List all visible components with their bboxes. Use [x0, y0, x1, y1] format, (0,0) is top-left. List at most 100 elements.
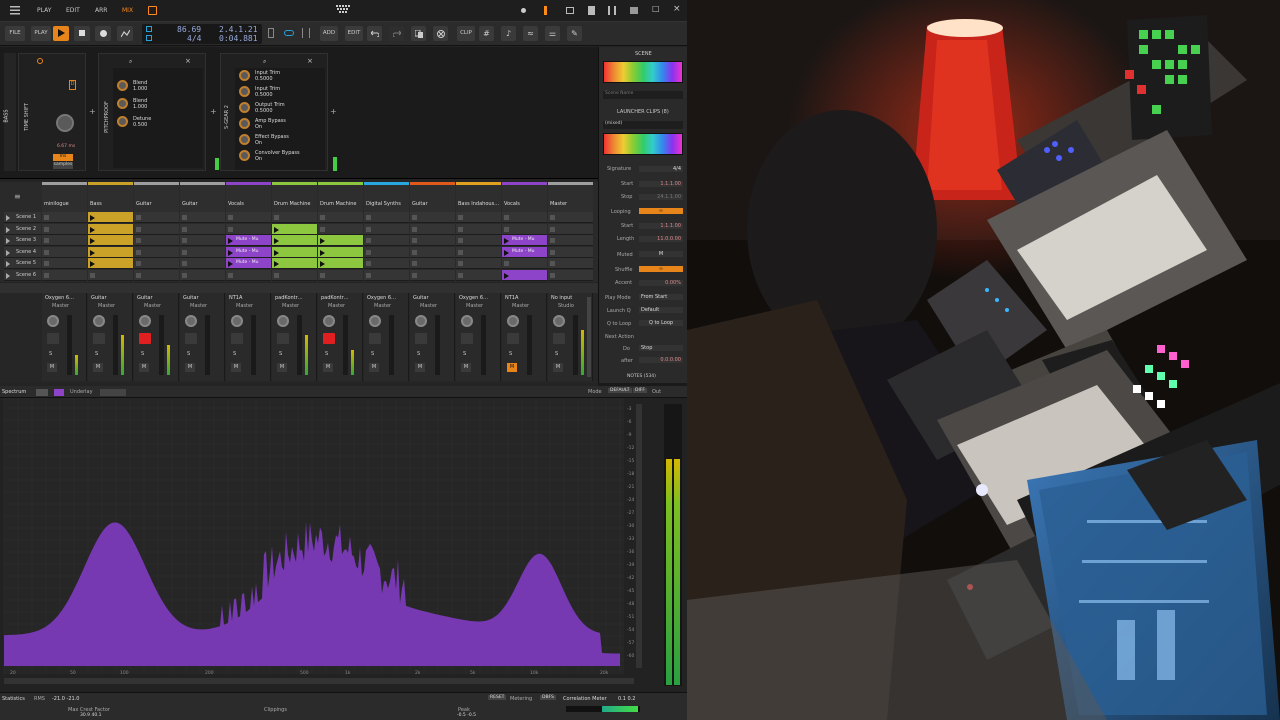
track-header[interactable]: Guitar: [134, 182, 179, 212]
volume-fader[interactable]: [527, 315, 532, 375]
position-bars[interactable]: 2.4.1.21: [219, 25, 258, 34]
clip-button[interactable]: CLIP: [457, 26, 475, 41]
solo-button[interactable]: S: [371, 351, 374, 357]
inspector-value[interactable]: 1.1.1.00: [639, 181, 683, 187]
track-header[interactable]: Guitar: [410, 182, 455, 212]
empty-slot-icon[interactable]: [412, 215, 417, 220]
time-stretch-button[interactable]: ≈: [523, 26, 538, 41]
empty-slot-icon[interactable]: [458, 238, 463, 243]
note-button[interactable]: ♪: [501, 26, 516, 41]
metronome-icon[interactable]: [544, 6, 547, 15]
empty-slot-icon[interactable]: [504, 215, 509, 220]
pan-knob[interactable]: [507, 315, 519, 327]
empty-slot-icon[interactable]: [458, 272, 463, 278]
mute-button[interactable]: M: [139, 363, 149, 372]
clip-slot[interactable]: [548, 235, 593, 246]
empty-slot-icon[interactable]: [412, 261, 417, 266]
eq-button[interactable]: ⚌: [545, 26, 560, 41]
redo-button[interactable]: [389, 26, 404, 41]
clip-slot[interactable]: [88, 223, 133, 235]
clip-slot[interactable]: [318, 235, 363, 246]
empty-slot-icon[interactable]: [136, 226, 141, 232]
pan-knob[interactable]: [461, 315, 473, 327]
empty-slot-icon[interactable]: [44, 215, 49, 220]
panel-icon[interactable]: [566, 7, 574, 14]
clip-slot[interactable]: [502, 269, 547, 281]
clip-slot[interactable]: [502, 258, 547, 269]
empty-slot-icon[interactable]: [504, 261, 509, 266]
strip-output[interactable]: Master: [282, 303, 299, 309]
reset-button[interactable]: RESET: [488, 695, 507, 700]
volume-fader[interactable]: [67, 315, 72, 375]
track-header[interactable]: Drum Machine: [318, 182, 363, 212]
param-knob[interactable]: [239, 150, 250, 161]
clip-play-icon[interactable]: [504, 249, 509, 256]
track-header[interactable]: Master: [548, 182, 593, 212]
clip-slot[interactable]: [318, 223, 363, 235]
next-action-select[interactable]: Stop: [639, 345, 683, 351]
launch-q-select[interactable]: Default: [639, 307, 683, 313]
empty-slot-icon[interactable]: [182, 226, 187, 232]
close-button[interactable]: ×: [673, 4, 681, 14]
record-arm-button[interactable]: [507, 333, 519, 344]
clip-slot[interactable]: [134, 235, 179, 246]
empty-slot-icon[interactable]: [550, 215, 555, 220]
pan-knob[interactable]: [231, 315, 243, 327]
file-icon[interactable]: [588, 6, 595, 15]
clip-play-icon[interactable]: [90, 249, 95, 256]
inspector-toggle-icon[interactable]: [148, 6, 157, 15]
clip-slot[interactable]: [410, 212, 455, 223]
clip-slot[interactable]: [88, 269, 133, 281]
mute-button[interactable]: M: [369, 363, 379, 372]
solo-button[interactable]: S: [463, 351, 466, 357]
track-header[interactable]: Bass Indahous…: [456, 182, 501, 212]
clip-play-icon[interactable]: [320, 261, 325, 267]
pan-knob[interactable]: [93, 315, 105, 327]
empty-slot-icon[interactable]: [182, 249, 187, 255]
empty-slot-icon[interactable]: [136, 261, 141, 266]
record-arm-button[interactable]: [231, 333, 243, 344]
add-device-icon[interactable]: +: [89, 107, 96, 116]
color-palette[interactable]: [603, 61, 683, 83]
scene-play-icon[interactable]: [6, 215, 10, 221]
volume-fader[interactable]: [389, 315, 394, 375]
pan-knob[interactable]: [415, 315, 427, 327]
scene-button[interactable]: Scene 6: [4, 269, 41, 281]
empty-slot-icon[interactable]: [412, 226, 417, 232]
mute-button[interactable]: M: [461, 363, 471, 372]
empty-slot-icon[interactable]: [136, 238, 141, 243]
strip-output[interactable]: Master: [512, 303, 529, 309]
strip-name[interactable]: Guitar: [413, 295, 453, 301]
clip-slot[interactable]: [272, 235, 317, 246]
mute-button[interactable]: M: [47, 363, 57, 372]
empty-slot-icon[interactable]: [228, 226, 233, 232]
looping-toggle[interactable]: ∞: [639, 208, 683, 214]
clip-play-icon[interactable]: [504, 238, 509, 244]
solo-button[interactable]: S: [141, 351, 144, 357]
clip-slot[interactable]: [364, 223, 409, 235]
strip-name[interactable]: Oxygen 6…: [459, 295, 499, 301]
clip-slot[interactable]: [364, 212, 409, 223]
strip-name[interactable]: padKontr…: [275, 295, 315, 301]
underlay-color-swatch[interactable]: [54, 389, 64, 396]
empty-slot-icon[interactable]: [182, 238, 187, 243]
clip-slot[interactable]: [548, 258, 593, 269]
edit-button[interactable]: EDIT: [345, 26, 363, 41]
mixer-scrollbar[interactable]: [587, 297, 591, 377]
inspector-value[interactable]: 0.00%: [639, 280, 683, 286]
track-header[interactable]: Drum Machine: [272, 182, 317, 212]
routing-icon[interactable]: D: [69, 80, 76, 90]
pan-knob[interactable]: [323, 315, 335, 327]
empty-slot-icon[interactable]: [550, 226, 555, 232]
stop-button[interactable]: [74, 26, 90, 41]
clip-slot[interactable]: [410, 269, 455, 281]
add-device-icon[interactable]: +: [210, 107, 217, 116]
volume-fader[interactable]: [297, 315, 302, 375]
scene-play-icon[interactable]: [6, 226, 10, 233]
volume-fader[interactable]: [205, 315, 210, 375]
samples-toggle[interactable]: samples: [53, 162, 73, 169]
clip-slot[interactable]: [318, 246, 363, 258]
track-header[interactable]: Vocals: [502, 182, 547, 212]
clip-slot[interactable]: [502, 212, 547, 223]
volume-fader[interactable]: [435, 315, 440, 375]
